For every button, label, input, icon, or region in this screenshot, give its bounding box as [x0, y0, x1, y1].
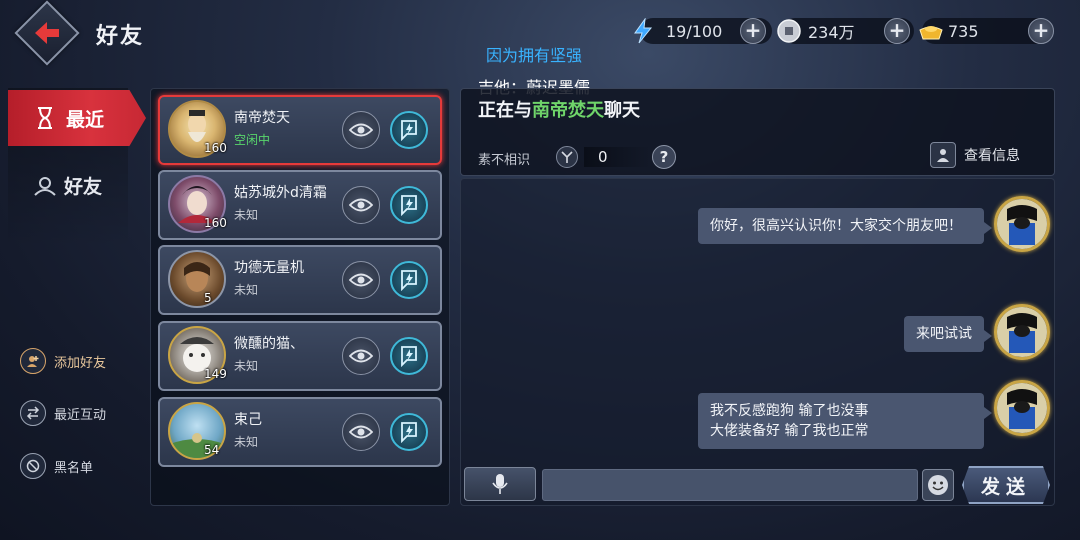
chat-message: 你好，很高兴认识你！大家交个朋友吧！: [698, 208, 992, 244]
send-button-label: 发送: [980, 475, 1031, 498]
friend-name: 南帝焚天: [234, 110, 290, 126]
eye-icon: [349, 273, 373, 287]
microphone-icon: [492, 474, 508, 494]
friend-level: 54: [204, 443, 220, 457]
view-profile-button[interactable]: [342, 413, 380, 451]
silver-value: 234万: [808, 23, 855, 42]
blacklist-label: 黑名单: [54, 460, 94, 476]
chat-button[interactable]: [390, 413, 428, 451]
avatar: [994, 196, 1050, 252]
hourglass-icon: [38, 107, 52, 129]
view-profile-button[interactable]: [342, 261, 380, 299]
friend-list-item[interactable]: 54 束己 未知: [158, 397, 442, 467]
chat-partner-name: 南帝焚天: [532, 100, 604, 121]
chat-lightning-icon: [401, 346, 417, 367]
intimacy-value-box: [584, 147, 650, 167]
emoji-button[interactable]: [922, 469, 954, 501]
avatar: [168, 250, 226, 308]
add-stamina-button[interactable]: +: [740, 18, 766, 44]
add-friend-label: 添加好友: [54, 355, 107, 371]
help-button[interactable]: ?: [652, 145, 676, 169]
chat-title-prefix: 正在与: [478, 100, 532, 121]
avatar: [994, 380, 1050, 436]
friend-list-item[interactable]: 160 姑苏城外d清霜 未知: [158, 170, 442, 240]
chat-input[interactable]: [542, 469, 918, 501]
friend-status: 未知: [234, 283, 259, 297]
friend-name: 功德无量机: [234, 260, 304, 276]
friend-status: 未知: [234, 208, 259, 222]
view-info-label: 查看信息: [964, 148, 1020, 164]
friends-icon: [34, 176, 56, 196]
friend-name: 束己: [234, 412, 262, 428]
friend-list-item[interactable]: 149 微醺的猫、 未知: [158, 321, 442, 391]
blacklist-button[interactable]: 黑名单: [20, 453, 93, 479]
recent-interaction-label: 最近互动: [54, 407, 107, 423]
friend-list-item[interactable]: 5 功德无量机 未知: [158, 245, 442, 315]
chat-button[interactable]: [390, 111, 428, 149]
voice-input-button[interactable]: [464, 467, 536, 501]
friend-status: 空闲中: [234, 133, 271, 147]
friend-level: 149: [204, 367, 227, 381]
add-silver-button[interactable]: +: [884, 18, 910, 44]
chat-lightning-icon: [401, 120, 417, 141]
page-title: 好友: [96, 24, 145, 49]
eye-icon: [349, 425, 373, 439]
friend-status: 未知: [234, 359, 259, 373]
smiley-icon: [928, 475, 948, 495]
lightning-icon: [634, 18, 653, 44]
intimacy-icon: [556, 146, 578, 168]
eye-icon: [349, 123, 373, 137]
add-friend-button[interactable]: 添加好友: [20, 348, 106, 374]
swap-arrows-icon: [20, 400, 46, 426]
gold-value: 735: [948, 21, 979, 41]
chat-title: 正在与南帝焚天聊天: [478, 96, 640, 122]
friend-name: 微醺的猫、: [234, 336, 304, 352]
intimacy-value: 0: [598, 148, 608, 166]
gold-ingot-icon: [919, 26, 943, 40]
friend-name: 姑苏城外d清霜: [234, 185, 327, 201]
profile-card-icon: [930, 142, 956, 168]
view-profile-button[interactable]: [342, 186, 380, 224]
chat-lightning-icon: [401, 270, 417, 291]
friend-level: 5: [204, 291, 212, 305]
tab-recent-label: 最近: [66, 108, 105, 131]
chat-message: 来吧试试: [904, 316, 992, 352]
friend-status: 未知: [234, 435, 259, 449]
friend-list-item[interactable]: 160 南帝焚天 空闲中: [158, 95, 442, 165]
add-user-icon: [20, 348, 46, 374]
friend-level: 160: [204, 141, 227, 155]
recent-interaction-button[interactable]: 最近互动: [20, 400, 106, 426]
add-gold-button[interactable]: +: [1028, 18, 1054, 44]
chat-lightning-icon: [401, 422, 417, 443]
view-profile-button[interactable]: [342, 111, 380, 149]
block-icon: [20, 453, 46, 479]
relationship-label: 素不相识: [478, 153, 531, 168]
friend-level: 160: [204, 216, 227, 230]
tab-friends-label: 好友: [64, 176, 103, 198]
chat-title-suffix: 聊天: [604, 100, 640, 121]
chat-button[interactable]: [390, 261, 428, 299]
chat-lightning-icon: [401, 195, 417, 216]
coin-icon: [777, 19, 801, 43]
avatar: [994, 304, 1050, 360]
view-info-button[interactable]: 查看信息: [930, 142, 1020, 168]
tab-recent[interactable]: 最近: [8, 90, 146, 146]
chat-button[interactable]: [390, 186, 428, 224]
view-profile-button[interactable]: [342, 337, 380, 375]
broadcast-text-line1: 因为拥有坚强: [486, 46, 583, 65]
chat-button[interactable]: [390, 337, 428, 375]
eye-icon: [349, 198, 373, 212]
eye-icon: [349, 349, 373, 363]
tab-friends[interactable]: 好友: [34, 172, 102, 199]
back-arrow-icon: [35, 22, 59, 44]
send-button[interactable]: 发送: [962, 466, 1050, 504]
stamina-value: 19/100: [666, 21, 723, 41]
chat-message: 我不反感跑狗 输了也没事 大佬装备好 输了我也正常: [698, 393, 992, 449]
